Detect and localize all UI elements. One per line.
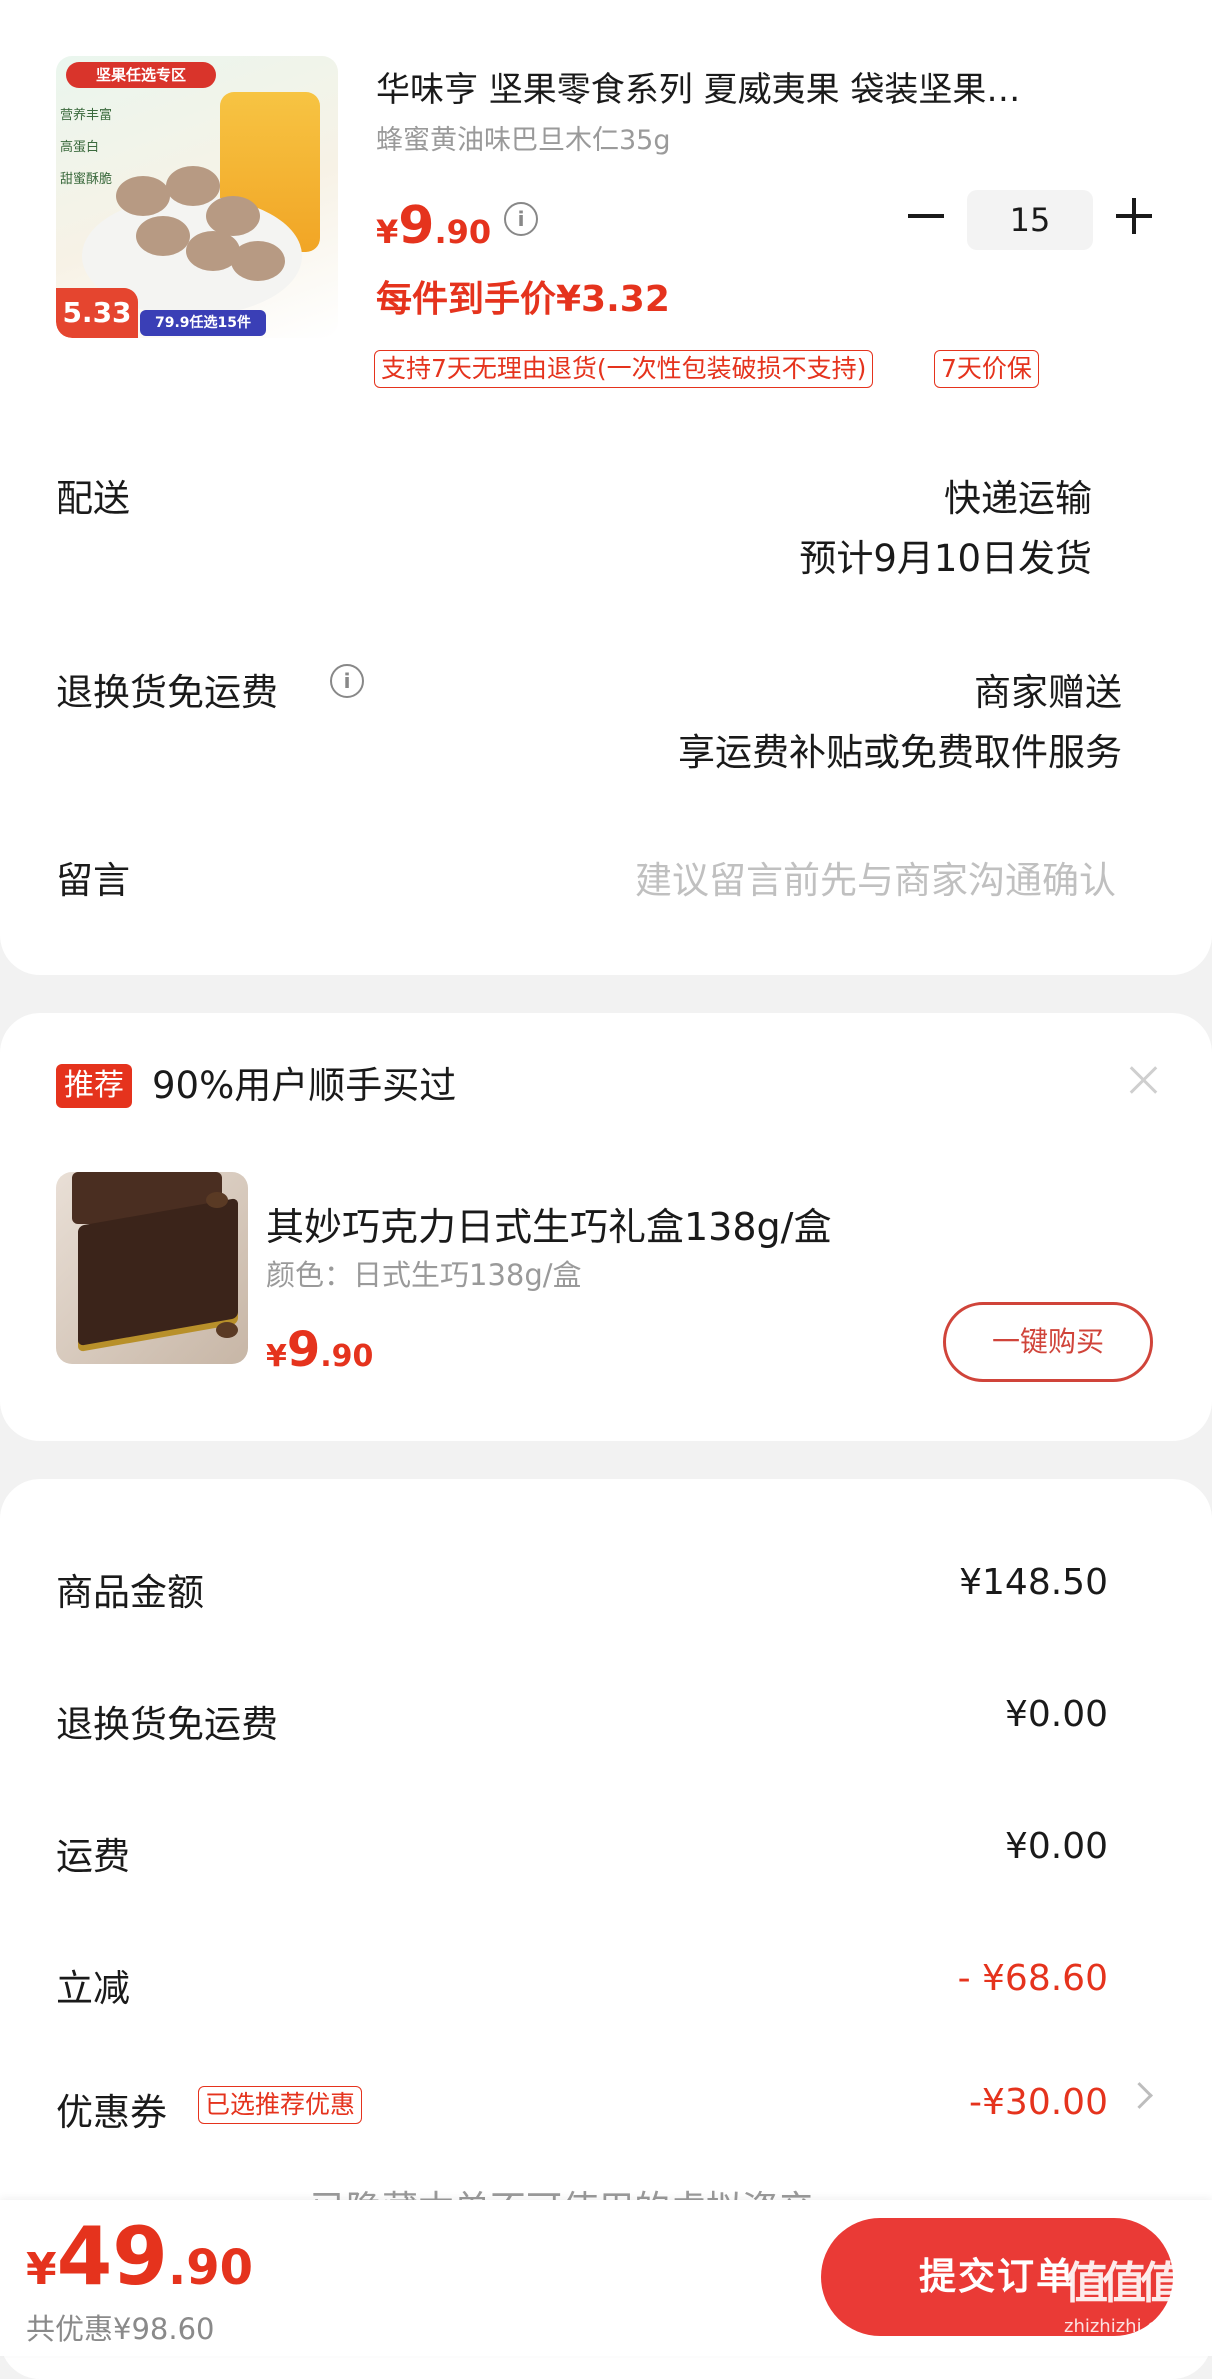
quantity-decrease-button[interactable] <box>906 196 946 236</box>
price-protection-badge: 7天价保 <box>934 350 1039 388</box>
product-title[interactable]: 华味亨 坚果零食系列 夏威夷果 袋装坚果… <box>376 62 1156 111</box>
product-image-price-badge: 5.33 79.9任选15件 <box>56 282 266 338</box>
summary-value-goods: ¥148.50 <box>959 1562 1108 1603</box>
coupon-selected-tag: 已选推荐优惠 <box>198 2086 363 2124</box>
recommend-badge: 推荐 <box>56 1064 132 1108</box>
summary-label-discount: 立减 <box>56 1967 130 2010</box>
product-image-label: 甜蜜酥脆 <box>60 172 113 187</box>
price-decimal: .90 <box>320 1339 374 1374</box>
product-image[interactable]: 坚果任选专区 营养丰富 高蛋白 甜蜜酥脆 5.33 79.9任选15件 <box>56 56 338 338</box>
delivery-method[interactable]: 快递运输 <box>944 468 1092 522</box>
summary-value-return-shipping: ¥0.00 <box>1004 1694 1108 1735</box>
product-image-label: 营养丰富 <box>60 108 113 123</box>
nut-graphic <box>166 166 220 206</box>
product-image-label: 高蛋白 <box>60 140 100 155</box>
watermark-url: zhizhizhi.com <box>1064 2316 1186 2337</box>
product-image-badge-promo: 79.9任选15件 <box>140 310 266 336</box>
currency-symbol: ¥ <box>376 213 399 251</box>
product-image-badge-price: 5.33 <box>56 288 138 338</box>
quantity-increase-button[interactable] <box>1114 196 1154 236</box>
summary-label-shipping: 运费 <box>56 1835 130 1878</box>
nut-graphic <box>231 241 285 281</box>
price-integer: 9 <box>398 196 435 256</box>
cocoa-bean-graphic <box>216 1322 238 1338</box>
price-integer: 9 <box>286 1322 321 1378</box>
coupon-value[interactable]: -¥30.00 <box>969 2082 1108 2123</box>
total-decimal: .90 <box>167 2240 253 2296</box>
product-spec[interactable]: 蜂蜜黄油味巴旦木仁35g <box>376 118 671 157</box>
summary-value-shipping: ¥0.00 <box>1004 1826 1108 1867</box>
currency-symbol: ¥ <box>26 2244 57 2295</box>
price-decimal: .90 <box>434 213 492 251</box>
recommended-product-name[interactable]: 其妙巧克力日式生巧礼盒138g/盒 <box>266 1196 831 1251</box>
delivery-label: 配送 <box>56 477 130 520</box>
delivery-eta: 预计9月10日发货 <box>799 537 1092 580</box>
nut-graphic <box>206 196 260 236</box>
info-icon[interactable]: i <box>504 202 538 236</box>
recommended-product-spec: 颜色：日式生巧138g/盒 <box>266 1258 582 1292</box>
total-savings: 共优惠¥98.60 <box>26 2312 215 2346</box>
hand-price: 每件到手价¥3.32 <box>376 279 670 320</box>
message-label: 留言 <box>56 859 130 902</box>
summary-label-coupon: 优惠券 <box>56 2091 167 2134</box>
nut-graphic <box>116 176 170 216</box>
watermark-logo: 值值值 <box>1064 2258 1184 2309</box>
product-price: ¥9.90 <box>376 196 491 256</box>
quantity-input[interactable]: 15 <box>967 190 1093 250</box>
product-image-tag: 坚果任选专区 <box>66 62 216 88</box>
recommended-product-image[interactable] <box>56 1172 248 1364</box>
recommended-product-price: ¥9.90 <box>266 1322 373 1378</box>
total-price: ¥49.90 <box>26 2210 253 2303</box>
return-shipping-detail: 享运费补贴或免费取件服务 <box>678 731 1122 774</box>
close-icon[interactable] <box>1126 1062 1162 1098</box>
one-click-buy-button[interactable]: 一键购买 <box>943 1302 1153 1382</box>
nut-graphic <box>136 216 190 256</box>
recommendation-title: 90%用户顺手买过 <box>152 1064 457 1107</box>
return-shipping-value: 商家赠送 <box>974 671 1122 714</box>
return-policy-badge: 支持7天无理由退货(一次性包装破损不支持) <box>374 350 874 388</box>
return-shipping-label: 退换货免运费 <box>56 671 278 714</box>
info-icon[interactable]: i <box>330 664 364 698</box>
summary-value-discount: - ¥68.60 <box>957 1958 1108 1999</box>
total-integer: 49 <box>56 2210 168 2303</box>
message-input[interactable]: 建议留言前先与商家沟通确认 <box>635 850 1116 904</box>
currency-symbol: ¥ <box>266 1339 287 1374</box>
summary-label-goods: 商品金额 <box>56 1571 204 1614</box>
summary-label-return-shipping: 退换货免运费 <box>56 1703 278 1746</box>
cocoa-bean-graphic <box>206 1192 228 1208</box>
